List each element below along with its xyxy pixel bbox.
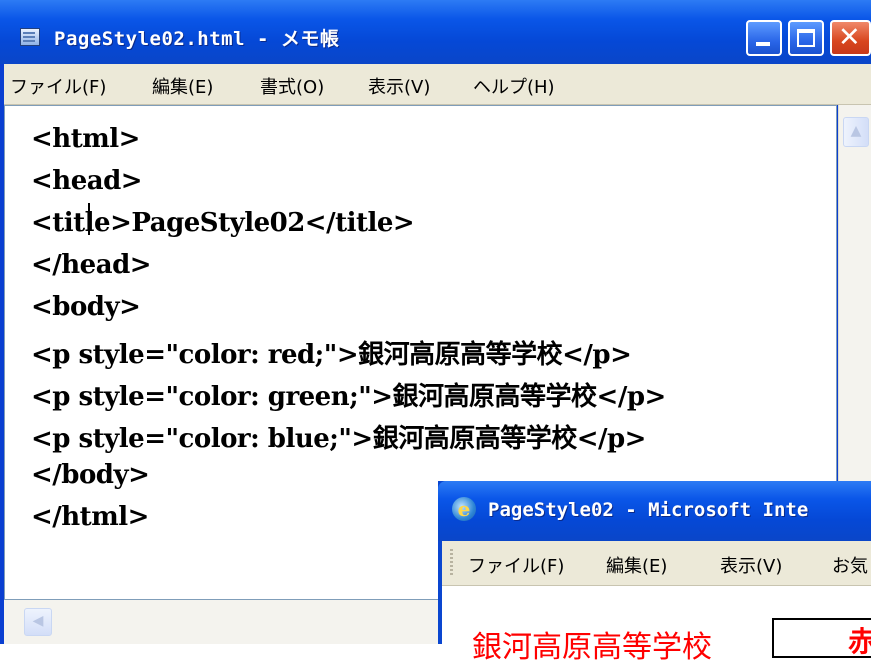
code-line-7: <p style="color: green;">銀河高原高等学校</p> xyxy=(31,382,666,412)
ie-titlebar[interactable]: e PageStyle02 - Microsoft Inte xyxy=(438,481,871,541)
ie-window: e PageStyle02 - Microsoft Inte ファイル(F) 編… xyxy=(438,481,871,665)
maximize-button[interactable] xyxy=(788,20,824,56)
maximize-icon xyxy=(797,29,815,47)
menu-view[interactable]: 表示(V) xyxy=(368,73,430,99)
menu-file[interactable]: ファイル(F) xyxy=(10,73,106,99)
menu-edit[interactable]: 編集(E) xyxy=(152,73,213,99)
ie-menu-view[interactable]: 表示(V) xyxy=(720,552,782,578)
ie-window-title: PageStyle02 - Microsoft Inte xyxy=(488,499,809,521)
code-line-10: </html> xyxy=(31,502,149,532)
menu-format[interactable]: 書式(O) xyxy=(260,73,324,99)
notepad-titlebar[interactable]: PageStyle02.html - メモ帳 ✕ xyxy=(0,0,871,64)
scroll-left-icon[interactable]: ◀ xyxy=(24,608,52,636)
close-icon: ✕ xyxy=(838,22,861,53)
label-box: 赤 xyxy=(772,618,871,658)
notepad-app-icon[interactable] xyxy=(20,28,40,46)
ie-page-content: 銀河高原高等学校 赤 xyxy=(442,586,871,665)
minimize-icon xyxy=(756,42,770,46)
code-line-1: <html> xyxy=(31,124,140,154)
close-button[interactable]: ✕ xyxy=(830,20,871,56)
label-box-text: 赤 xyxy=(848,625,871,658)
scroll-up-icon[interactable]: ▲ xyxy=(843,117,869,147)
ie-menu-file[interactable]: ファイル(F) xyxy=(468,552,564,578)
notepad-window-title: PageStyle02.html - メモ帳 xyxy=(54,28,340,50)
toolbar-grip-icon[interactable] xyxy=(450,549,453,577)
code-line-8: <p style="color: blue;">銀河高原高等学校</p> xyxy=(31,424,646,454)
ie-menu-favorites[interactable]: お気 xyxy=(832,552,868,578)
menu-help[interactable]: ヘルプ(H) xyxy=(473,73,555,99)
code-line-4: </head> xyxy=(31,250,152,280)
minimize-button[interactable] xyxy=(746,20,782,56)
code-line-6: <p style="color: red;">銀河高原高等学校</p> xyxy=(31,340,632,370)
code-line-2: <head> xyxy=(31,166,143,196)
ie-menubar: ファイル(F) 編集(E) 表示(V) お気 xyxy=(442,541,871,586)
red-paragraph: 銀河高原高等学校 xyxy=(472,630,712,665)
ie-menu-edit[interactable]: 編集(E) xyxy=(606,552,667,578)
code-line-9: </body> xyxy=(31,460,150,490)
notepad-menubar: ファイル(F) 編集(E) 書式(O) 表示(V) ヘルプ(H) xyxy=(4,64,871,105)
text-caret xyxy=(88,203,90,235)
code-line-5: <body> xyxy=(31,292,141,322)
ie-logo-icon[interactable]: e xyxy=(452,497,476,521)
